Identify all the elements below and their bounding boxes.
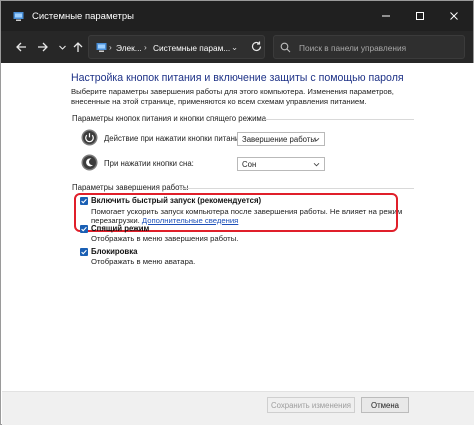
page-title: Настройка кнопок питания и включение защ… bbox=[71, 72, 404, 84]
checkmark-icon bbox=[81, 249, 87, 255]
sleep-button-action-value: Сон bbox=[242, 160, 257, 169]
title-bar: Системные параметры bbox=[1, 1, 473, 31]
minimize-button[interactable] bbox=[369, 1, 403, 31]
arrow-up-icon bbox=[73, 42, 83, 52]
sleep-description: Отображать в меню завершения работы. bbox=[91, 234, 239, 243]
maximize-button[interactable] bbox=[403, 1, 437, 31]
power-button-action-value: Завершение работы bbox=[242, 135, 317, 144]
shutdown-settings-group-label: Параметры завершения работы bbox=[72, 183, 189, 192]
search-placeholder: Поиск в панели управления bbox=[299, 43, 407, 53]
power-button-action-select[interactable]: Завершение работы bbox=[237, 132, 325, 146]
forward-button[interactable] bbox=[36, 39, 50, 55]
lock-label[interactable]: Блокировка bbox=[91, 247, 137, 256]
chevron-right-icon: › bbox=[144, 42, 147, 52]
search-icon bbox=[280, 42, 291, 53]
refresh-icon[interactable] bbox=[250, 40, 263, 53]
lock-description: Отображать в меню аватара. bbox=[91, 257, 196, 266]
sleep-label[interactable]: Спящий режим bbox=[91, 224, 149, 233]
sleep-button-action-label: При нажатии кнопки сна: bbox=[104, 159, 194, 168]
minimize-icon bbox=[382, 15, 390, 17]
chevron-down-icon[interactable]: ⌄ bbox=[231, 42, 238, 52]
address-bar: › Элек... › Системные парам... ⌄ Поиск в… bbox=[1, 31, 473, 63]
recent-locations-button[interactable] bbox=[55, 39, 69, 55]
page-description: Выберите параметры завершения работы для… bbox=[71, 87, 394, 106]
power-buttons-group-label: Параметры кнопок питания и кнопки спящег… bbox=[72, 114, 267, 123]
arrow-left-icon bbox=[16, 42, 26, 52]
cancel-button[interactable]: Отмена bbox=[361, 397, 409, 413]
lock-checkbox[interactable] bbox=[80, 248, 88, 256]
maximize-icon bbox=[416, 12, 424, 20]
chevron-down-icon bbox=[58, 45, 66, 50]
divider bbox=[264, 119, 414, 120]
control-panel-icon bbox=[13, 12, 24, 21]
window-title: Системные параметры bbox=[32, 11, 134, 22]
sleep-checkbox[interactable] bbox=[80, 225, 88, 233]
save-changes-button[interactable]: Сохранить изменения bbox=[267, 397, 355, 413]
footer-bar: Сохранить изменения Отмена bbox=[2, 391, 474, 425]
sleep-button-action-select[interactable]: Сон bbox=[237, 157, 325, 171]
close-icon bbox=[450, 12, 458, 20]
control-panel-icon bbox=[96, 43, 107, 52]
main-content: Настройка кнопок питания и включение защ… bbox=[2, 63, 474, 391]
breadcrumb-item[interactable]: Элек... bbox=[116, 43, 142, 53]
arrow-right-icon bbox=[38, 42, 48, 52]
control-panel-window: Системные параметры › Элек... › Системны… bbox=[0, 0, 474, 425]
sleep-button-icon bbox=[81, 154, 98, 171]
divider bbox=[180, 188, 414, 189]
breadcrumb[interactable]: › Элек... › Системные парам... ⌄ bbox=[88, 35, 265, 59]
up-button[interactable] bbox=[71, 39, 85, 55]
breadcrumb-item[interactable]: Системные парам... bbox=[153, 43, 230, 53]
back-button[interactable] bbox=[14, 39, 28, 55]
close-button[interactable] bbox=[437, 1, 471, 31]
checkmark-icon bbox=[81, 226, 87, 232]
chevron-down-icon bbox=[313, 137, 320, 142]
chevron-down-icon bbox=[313, 162, 320, 167]
search-input[interactable]: Поиск в панели управления bbox=[273, 35, 465, 59]
chevron-right-icon: › bbox=[109, 42, 112, 52]
power-button-icon bbox=[81, 129, 98, 146]
power-button-action-label: Действие при нажатии кнопки питания: bbox=[104, 134, 246, 143]
